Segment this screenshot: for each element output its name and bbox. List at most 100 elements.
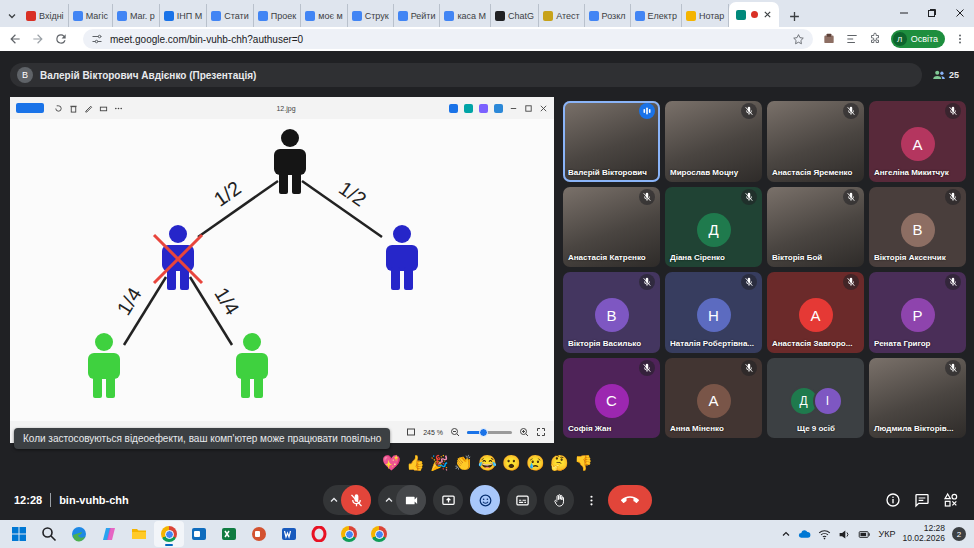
participant-tile[interactable]: ДДіана Сіренко <box>665 187 762 268</box>
forward-arrow-icon[interactable] <box>31 32 45 46</box>
reload-icon[interactable] <box>54 32 68 46</box>
browser-tab[interactable]: Стати <box>207 4 253 27</box>
browser-tab[interactable]: Маг. р <box>113 4 160 27</box>
cloud-icon[interactable] <box>494 104 503 113</box>
chevron-up-icon[interactable] <box>384 495 394 505</box>
browser-tab[interactable] <box>729 2 779 27</box>
chevron-up-icon[interactable] <box>329 495 339 505</box>
menu-dots-icon[interactable] <box>954 32 966 46</box>
browser-tab[interactable]: Нотар <box>682 4 729 27</box>
minimize-icon[interactable] <box>509 104 518 113</box>
close-icon[interactable] <box>539 104 548 113</box>
extension-icon[interactable] <box>822 32 836 46</box>
taskbar-app[interactable] <box>184 521 214 547</box>
participant-tile[interactable]: ААнгеліна Микитчук <box>869 101 966 182</box>
participant-tile[interactable]: Мирослав Моцну <box>665 101 762 182</box>
edit-icon[interactable] <box>84 104 93 113</box>
fullscreen-icon[interactable] <box>536 427 546 437</box>
browser-tab[interactable]: моє м <box>301 4 347 27</box>
participant-tile[interactable]: ДІЩе 9 осіб <box>767 358 864 439</box>
address-bar[interactable]: meet.google.com/bin-vuhb-chh?authuser=0 <box>83 29 813 49</box>
profile-button[interactable]: ЛОсвіта <box>891 30 945 48</box>
reaction-button[interactable]: 🎉 <box>429 452 451 474</box>
browser-tab[interactable]: ChatG <box>491 4 539 27</box>
maximize-icon[interactable] <box>524 104 533 113</box>
captions-button[interactable] <box>507 485 537 515</box>
raise-hand-button[interactable] <box>544 485 574 515</box>
delete-icon[interactable] <box>69 104 78 113</box>
taskbar-app[interactable] <box>124 521 154 547</box>
taskbar-app[interactable] <box>334 521 364 547</box>
participant-tile[interactable]: ССофія Жан <box>563 358 660 439</box>
effects-icon[interactable] <box>479 104 488 113</box>
microphone-button[interactable] <box>341 485 371 515</box>
reaction-button[interactable]: 😂 <box>477 452 499 474</box>
participant-tile[interactable]: ААнастасія Завгоро... <box>767 272 864 353</box>
participants-button[interactable]: 25 <box>932 68 965 82</box>
zoom-in-icon[interactable] <box>519 427 529 437</box>
share-icon[interactable] <box>449 104 458 113</box>
activities-icon[interactable] <box>943 492 959 508</box>
participant-tile[interactable]: Анастасія Катренко <box>563 187 660 268</box>
zoom-out-icon[interactable] <box>450 427 460 437</box>
print-icon[interactable] <box>99 104 108 113</box>
more-options-button[interactable] <box>581 485 601 515</box>
cloud-icon[interactable] <box>798 528 811 541</box>
taskbar-app[interactable] <box>274 521 304 547</box>
taskbar-app[interactable] <box>154 521 184 547</box>
browser-tab[interactable]: Магіс <box>69 4 113 27</box>
participant-tile[interactable]: Анастасія Яременко <box>767 101 864 182</box>
reaction-button[interactable]: 😮 <box>501 452 523 474</box>
browser-tab[interactable]: Рейти <box>394 4 441 27</box>
taskbar-app[interactable] <box>244 521 274 547</box>
browser-tab[interactable]: Електр <box>631 4 682 27</box>
taskbar-app[interactable] <box>64 521 94 547</box>
participant-tile[interactable]: ААнна Міненко <box>665 358 762 439</box>
browser-tab[interactable]: ІНП М <box>160 4 207 27</box>
reaction-button[interactable]: 👍 <box>405 452 427 474</box>
back-arrow-icon[interactable] <box>8 32 22 46</box>
rotate-icon[interactable] <box>54 104 63 113</box>
taskbar-app[interactable] <box>364 521 394 547</box>
reader-icon[interactable] <box>845 32 859 46</box>
chevron-up-icon[interactable] <box>781 529 791 539</box>
reaction-button[interactable]: 👎 <box>573 452 595 474</box>
reactions-button[interactable] <box>470 485 500 515</box>
participant-tile[interactable]: ВВікторія Василько <box>563 272 660 353</box>
input-language[interactable]: УКР <box>878 529 895 539</box>
participant-tile[interactable]: Валерій Вікторович <box>563 101 660 182</box>
chat-icon[interactable] <box>914 492 930 508</box>
close-window-button[interactable] <box>946 0 974 26</box>
participant-tile[interactable]: ННаталія Робертівна... <box>665 272 762 353</box>
camera-button[interactable] <box>396 485 426 515</box>
fit-icon[interactable] <box>406 427 416 437</box>
taskbar-app[interactable] <box>304 521 334 547</box>
zoom-slider[interactable] <box>467 431 512 434</box>
browser-tab[interactable]: Вхідні <box>22 4 69 27</box>
site-info-icon[interactable] <box>91 33 103 45</box>
notification-badge[interactable]: 2 <box>952 527 966 541</box>
volume-icon[interactable] <box>838 528 851 541</box>
minimize-button[interactable] <box>890 0 918 26</box>
reaction-button[interactable]: 👏 <box>453 452 475 474</box>
participant-tile[interactable]: Вікторія Бой <box>767 187 864 268</box>
extensions-puzzle-icon[interactable] <box>868 32 882 46</box>
zoom-thumb[interactable] <box>479 428 488 437</box>
browser-tab[interactable]: Проек <box>254 4 301 27</box>
leave-call-button[interactable] <box>608 485 652 515</box>
edit-app-icon[interactable] <box>464 104 473 113</box>
battery-icon[interactable] <box>858 528 871 541</box>
more-icon[interactable] <box>114 104 123 113</box>
participant-tile[interactable]: РРената Григор <box>869 272 966 353</box>
present-button[interactable] <box>433 485 463 515</box>
info-icon[interactable] <box>885 492 901 508</box>
participant-tile[interactable]: ВВікторія Аксенчик <box>869 187 966 268</box>
restore-button[interactable] <box>918 0 946 26</box>
browser-tab[interactable]: Розкл <box>585 4 631 27</box>
taskbar-app[interactable] <box>34 521 64 547</box>
browser-tab[interactable]: Атест <box>539 4 584 27</box>
reaction-button[interactable]: 💖 <box>381 452 403 474</box>
reaction-button[interactable]: 😢 <box>525 452 547 474</box>
browser-tab[interactable]: каса М <box>440 4 491 27</box>
browser-tab[interactable]: Струк <box>348 4 394 27</box>
